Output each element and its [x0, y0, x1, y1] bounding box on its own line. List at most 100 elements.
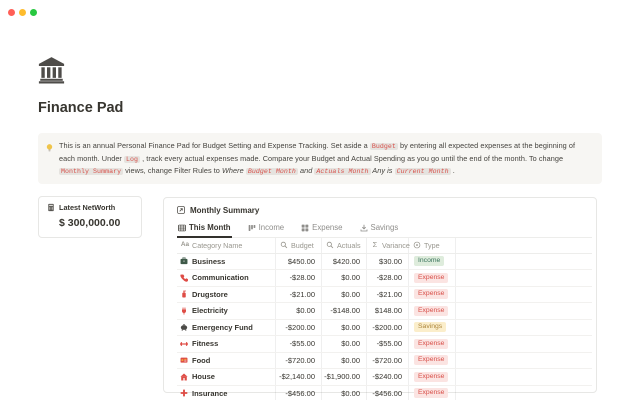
actuals-cell[interactable]: $0.00	[322, 320, 367, 336]
type-badge[interactable]: Expense	[414, 289, 448, 299]
budget-cell[interactable]: -$720.00	[276, 353, 322, 369]
tab-this-month[interactable]: This Month	[177, 221, 232, 238]
variance-cell[interactable]: -$200.00	[367, 320, 409, 336]
page-title: Finance Pad	[38, 100, 123, 116]
type-badge[interactable]: Expense	[414, 355, 448, 365]
variance-cell[interactable]: -$240.00	[367, 369, 409, 385]
empty-cell	[456, 320, 592, 336]
table-row[interactable]: Electricity$0.00-$148.00$148.00 Expense	[177, 303, 592, 320]
actuals-cell[interactable]: $0.00	[322, 336, 367, 352]
actuals-cell[interactable]: $0.00	[322, 270, 367, 286]
category-name-cell[interactable]: Drugstore	[177, 287, 276, 303]
type-badge[interactable]: Savings	[414, 322, 446, 332]
table-view-icon	[178, 224, 186, 232]
variance-cell[interactable]: -$456.00	[367, 386, 409, 400]
type-cell[interactable]: Expense	[409, 270, 456, 286]
networth-card[interactable]: Latest NetWorth $ 300,000.00	[38, 196, 142, 238]
column-header-budget[interactable]: Budget	[276, 238, 322, 253]
type-badge[interactable]: Expense	[414, 339, 448, 349]
tab-expense[interactable]: Expense	[300, 221, 343, 237]
actuals-cell[interactable]: -$148.00	[322, 303, 367, 319]
callout-text: This is an annual Personal Finance Pad f…	[59, 140, 590, 178]
budget-cell[interactable]: -$456.00	[276, 386, 322, 400]
variance-cell[interactable]: -$28.00	[367, 270, 409, 286]
category-name-cell[interactable]: Communication	[177, 270, 276, 286]
variance-cell[interactable]: -$21.00	[367, 287, 409, 303]
category-name-cell[interactable]: Emergency Fund	[177, 320, 276, 336]
actuals-cell[interactable]: $420.00	[322, 254, 367, 270]
variance-cell[interactable]: $148.00	[367, 303, 409, 319]
budget-cell[interactable]: $450.00	[276, 254, 322, 270]
actuals-cell[interactable]: -$1,900.00	[322, 369, 367, 385]
networth-header: Latest NetWorth	[47, 203, 133, 212]
table-row[interactable]: Business$450.00$420.00$30.00 Income	[177, 254, 592, 271]
tab-income[interactable]: Income	[247, 221, 286, 237]
zoom-window-button[interactable]	[30, 9, 37, 16]
column-header-actuals[interactable]: Actuals	[322, 238, 367, 253]
table-row[interactable]: Fitness-$55.00$0.00-$55.00Expense	[177, 336, 592, 353]
type-cell[interactable]: Expense	[409, 287, 456, 303]
type-cell[interactable]: Savings	[409, 320, 456, 336]
variance-cell[interactable]: -$55.00	[367, 336, 409, 352]
empty-cell	[456, 336, 592, 352]
type-badge[interactable]: Expense	[414, 273, 448, 283]
view-tabs: This Month Income Expense Savings	[177, 221, 592, 238]
budget-cell[interactable]: -$55.00	[276, 336, 322, 352]
table-row[interactable]: House-$2,140.00-$1,900.00-$240.00 Expense	[177, 369, 592, 386]
category-name-cell[interactable]: Fitness	[177, 336, 276, 352]
type-badge[interactable]: Expense	[414, 306, 448, 316]
budget-cell[interactable]: -$2,140.00	[276, 369, 322, 385]
budget-cell[interactable]: -$200.00	[276, 320, 322, 336]
type-cell[interactable]: Expense	[409, 386, 456, 400]
type-cell[interactable]: Expense	[409, 353, 456, 369]
table-row[interactable]: Insurance-$456.00$0.00-$456.00Expense	[177, 386, 592, 400]
actuals-cell[interactable]: $0.00	[322, 287, 367, 303]
callout-segment: , track every actual expenses made. Comp…	[140, 154, 563, 163]
type-cell[interactable]: Income	[409, 254, 456, 270]
category-name-cell[interactable]: Electricity	[177, 303, 276, 319]
telephone-icon	[180, 274, 188, 282]
table-row[interactable]: Communication -$28.00$0.00-$28.00 Expense	[177, 270, 592, 287]
actuals-cell[interactable]: $0.00	[322, 353, 367, 369]
table-row[interactable]: Food-$720.00$0.00-$720.00Expense	[177, 353, 592, 370]
category-name-cell[interactable]: Business	[177, 254, 276, 270]
category-name-cell[interactable]: Insurance	[177, 386, 276, 400]
category-name-cell[interactable]: Food	[177, 353, 276, 369]
table-row[interactable]: Emergency Fund-$200.00$0.00-$200.00Savin…	[177, 320, 592, 337]
column-header-type[interactable]: Type	[409, 238, 456, 253]
budget-cell[interactable]: $0.00	[276, 303, 322, 319]
category-name: Communication	[192, 273, 249, 282]
budget-cell[interactable]: -$21.00	[276, 287, 322, 303]
rollup-icon	[326, 241, 334, 249]
type-badge[interactable]: Expense	[414, 388, 448, 398]
dumbbell-icon	[180, 340, 188, 348]
select-icon	[413, 241, 421, 249]
type-cell[interactable]: Expense	[409, 369, 456, 385]
add-column-area[interactable]	[456, 238, 592, 253]
column-header-variance[interactable]: ΣVariance	[367, 238, 409, 253]
medical-cross-icon	[180, 389, 188, 397]
variance-cell[interactable]: -$720.00	[367, 353, 409, 369]
finance-pad-page: Finance Pad This is an annual Personal F…	[0, 0, 640, 400]
variance-cell[interactable]: $30.00	[367, 254, 409, 270]
inline-code: Budget Month	[246, 168, 298, 175]
type-cell[interactable]: Expense	[409, 303, 456, 319]
board-view-icon	[248, 224, 256, 232]
minimize-window-button[interactable]	[19, 9, 26, 16]
type-cell[interactable]: Expense	[409, 336, 456, 352]
bank-icon[interactable]	[38, 56, 65, 84]
inline-code: Log	[124, 156, 140, 163]
tab-label: This Month	[189, 223, 231, 232]
tab-savings[interactable]: Savings	[359, 221, 400, 237]
budget-cell[interactable]: -$28.00	[276, 270, 322, 286]
close-window-button[interactable]	[8, 9, 15, 16]
column-header-category-name[interactable]: AaCategory Name	[177, 238, 276, 253]
table-row[interactable]: Drugstore-$21.00$0.00-$21.00Expense	[177, 287, 592, 304]
type-badge[interactable]: Income	[414, 256, 444, 266]
gallery-view-icon	[301, 224, 309, 232]
callout-segment: Any is	[371, 166, 395, 175]
type-badge[interactable]: Expense	[414, 372, 448, 382]
actuals-cell[interactable]: $0.00	[322, 386, 367, 400]
empty-cell	[456, 270, 592, 286]
category-name-cell[interactable]: House	[177, 369, 276, 385]
